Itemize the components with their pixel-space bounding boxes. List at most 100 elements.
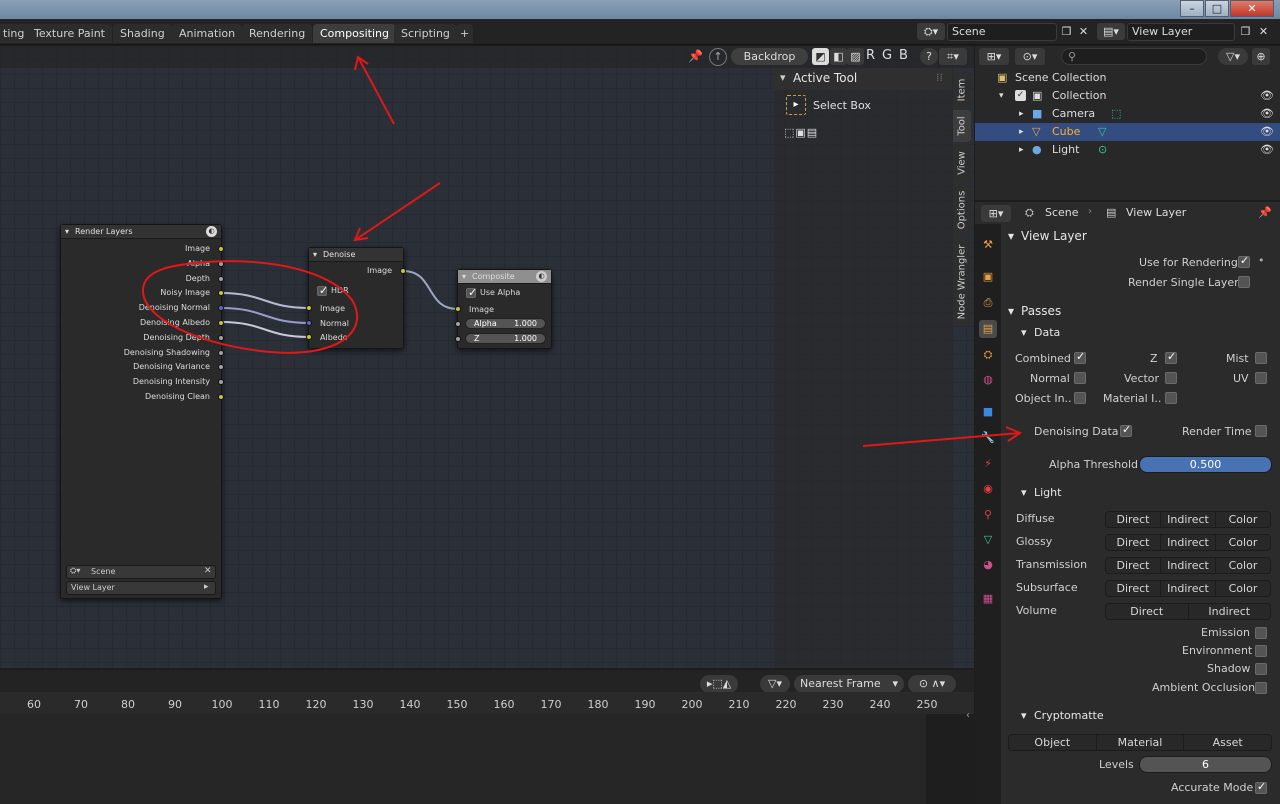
light-subpanel-header[interactable]: Light [1034, 486, 1061, 499]
outliner-row-cube[interactable]: ▸ ▽ Cube ▽ 👁 [975, 123, 1280, 141]
render-layers-output-socket[interactable] [218, 335, 224, 341]
view-layer-selector-icon[interactable]: ▤▾ [1097, 23, 1125, 40]
passes-panel-header[interactable]: Passes [1021, 304, 1061, 318]
object-index-pass-checkbox[interactable] [1074, 392, 1086, 404]
outliner[interactable]: ⊞▾ ⊙▾ ⚲ ▽▾ ⊕ ▣ Scene Collection ▾ ✓ ▣ Co… [975, 46, 1280, 200]
scene-name-field[interactable]: Scene [947, 23, 1057, 41]
denoise-input-normal-socket[interactable] [306, 320, 312, 326]
render-layers-output-socket[interactable] [218, 394, 224, 400]
render-layers-view-layer-field[interactable]: View Layer ▸ [66, 581, 216, 595]
visibility-eye-icon[interactable]: 👁 [1260, 105, 1274, 123]
visibility-eye-icon[interactable]: 👁 [1260, 123, 1274, 141]
outliner-row-collection[interactable]: ▾ ✓ ▣ Collection 👁 [975, 87, 1280, 105]
cryptomatte-asset-button[interactable]: Asset [1184, 735, 1271, 750]
accurate-mode-checkbox[interactable] [1255, 780, 1267, 794]
use-alpha-checkbox[interactable] [466, 286, 477, 299]
cryptomatte-subpanel-header[interactable]: Cryptomatte [1034, 709, 1104, 722]
snap-mode-dropdown[interactable]: Nearest Frame ▾ [794, 675, 904, 693]
denoise-hdr-checkbox[interactable] [317, 284, 328, 297]
light-pass-direct-button[interactable]: Direct [1106, 558, 1161, 573]
render-layers-output-socket[interactable] [218, 350, 224, 356]
modifier-tab-icon[interactable]: 🔧 [979, 429, 997, 447]
denoise-header[interactable]: Denoise [309, 248, 403, 262]
camera-data-icon[interactable]: ⬚ [1111, 105, 1121, 123]
maximize-button[interactable]: □ [1205, 0, 1229, 17]
light-pass-direct-button[interactable]: Direct [1106, 535, 1161, 550]
minimize-button[interactable]: – [1180, 0, 1204, 17]
outliner-search-input[interactable]: ⚲ [1061, 48, 1207, 65]
tab-shading[interactable]: Shading [113, 24, 172, 43]
use-for-rendering-checkbox[interactable] [1238, 254, 1250, 268]
light-pass-color-button[interactable]: Color [1216, 535, 1270, 550]
denoise-output-socket[interactable] [400, 268, 406, 274]
light-pass-direct-button[interactable]: Direct [1106, 581, 1161, 596]
denoise-input-image-socket[interactable] [306, 305, 312, 311]
expand-icon[interactable]: ▸ [1019, 141, 1024, 159]
light-pass-color-button[interactable]: Color [1216, 558, 1270, 573]
render-layers-output-socket[interactable] [218, 261, 224, 267]
object-tab-icon[interactable]: ■ [979, 403, 997, 421]
copy-scene-icon[interactable]: ❐ [1058, 23, 1075, 40]
scene-selector-icon[interactable]: ⛭▾ [917, 23, 945, 40]
remove-view-layer-icon[interactable]: ✕ [1255, 23, 1272, 40]
render-layers-output-socket[interactable] [218, 364, 224, 370]
tab-animation[interactable]: Animation [172, 24, 243, 43]
tab-compositing[interactable]: Compositing [313, 24, 396, 43]
collection-exclude-checkbox[interactable]: ✓ [1015, 90, 1026, 101]
composite-z-field[interactable]: Z 1.000 [465, 333, 546, 344]
z-pass-checkbox[interactable] [1165, 350, 1177, 364]
light-data-icon[interactable]: ⊙ [1098, 141, 1107, 159]
tab-rendering[interactable]: Rendering [242, 24, 313, 43]
close-window-button[interactable]: ✕ [1230, 0, 1274, 17]
light-pass-indirect-button[interactable]: Indirect [1161, 581, 1216, 596]
outliner-row-camera[interactable]: ▸ ■ Camera ⬚ 👁 [975, 105, 1280, 123]
expand-icon[interactable]: ▸ [1019, 105, 1024, 123]
uv-pass-checkbox[interactable] [1255, 372, 1267, 384]
outliner-row-light[interactable]: ▸ ● Light ⊙ 👁 [975, 141, 1280, 159]
outliner-row-scene-collection[interactable]: ▣ Scene Collection [975, 69, 1280, 87]
combined-pass-checkbox[interactable] [1074, 350, 1086, 364]
expand-icon[interactable]: ▾ [1021, 709, 1027, 722]
render-layers-output-socket[interactable] [218, 379, 224, 385]
normal-pass-checkbox[interactable] [1074, 372, 1086, 384]
new-collection-icon[interactable]: ⊕ [1252, 48, 1270, 65]
environment-pass-checkbox[interactable] [1255, 645, 1267, 657]
collapse-arrow-icon[interactable]: ‹ [966, 710, 970, 721]
render-icon[interactable]: ◐ [206, 226, 217, 237]
shadow-pass-checkbox[interactable] [1255, 663, 1267, 675]
view-layer-render-icon[interactable]: ▸ [204, 582, 209, 592]
expand-icon[interactable]: ▾ [1021, 326, 1027, 339]
expand-icon[interactable]: ▾ [1008, 304, 1014, 318]
copy-view-layer-icon[interactable]: ❐ [1237, 23, 1254, 40]
world-tab-icon[interactable]: ◍ [979, 371, 997, 389]
expand-icon[interactable]: ▾ [1021, 486, 1027, 499]
mesh-data-icon[interactable]: ▽ [1098, 123, 1106, 141]
add-workspace-button[interactable]: + [456, 24, 474, 43]
tool-tab-icon[interactable]: ⚒ [979, 236, 997, 254]
render-layers-output-socket[interactable] [218, 320, 224, 326]
composite-z-socket[interactable] [455, 336, 461, 342]
light-pass-color-button[interactable]: Color [1216, 512, 1270, 527]
mist-pass-checkbox[interactable] [1255, 352, 1267, 364]
data-tab-icon[interactable]: ▽ [979, 531, 997, 549]
remove-scene-icon[interactable]: ✕ [1075, 23, 1092, 40]
light-pass-direct-button[interactable]: Direct [1106, 604, 1189, 619]
physics-tab-icon[interactable]: ◉ [979, 480, 997, 498]
composite-image-socket[interactable] [455, 306, 461, 312]
denoise-input-albedo-socket[interactable] [306, 334, 312, 340]
cryptomatte-material-button[interactable]: Material [1097, 735, 1185, 750]
light-pass-indirect-button[interactable]: Indirect [1189, 604, 1271, 619]
expand-icon[interactable]: ▾ [999, 87, 1004, 105]
light-pass-indirect-button[interactable]: Indirect [1161, 558, 1216, 573]
composite-alpha-socket[interactable] [455, 321, 461, 327]
view-layer-tab-icon[interactable]: ▤ [979, 320, 997, 338]
composite-header[interactable]: Composite ◐ [458, 270, 551, 284]
levels-field[interactable]: 6 [1139, 756, 1272, 773]
output-tab-icon[interactable]: ⎙ [979, 294, 997, 312]
render-layers-output-socket[interactable] [218, 276, 224, 282]
render-layers-output-socket[interactable] [218, 305, 224, 311]
material-tab-icon[interactable]: ◕ [979, 556, 997, 574]
emission-pass-checkbox[interactable] [1255, 627, 1267, 639]
material-index-pass-checkbox[interactable] [1165, 392, 1177, 404]
visibility-eye-icon[interactable]: 👁 [1260, 87, 1274, 105]
